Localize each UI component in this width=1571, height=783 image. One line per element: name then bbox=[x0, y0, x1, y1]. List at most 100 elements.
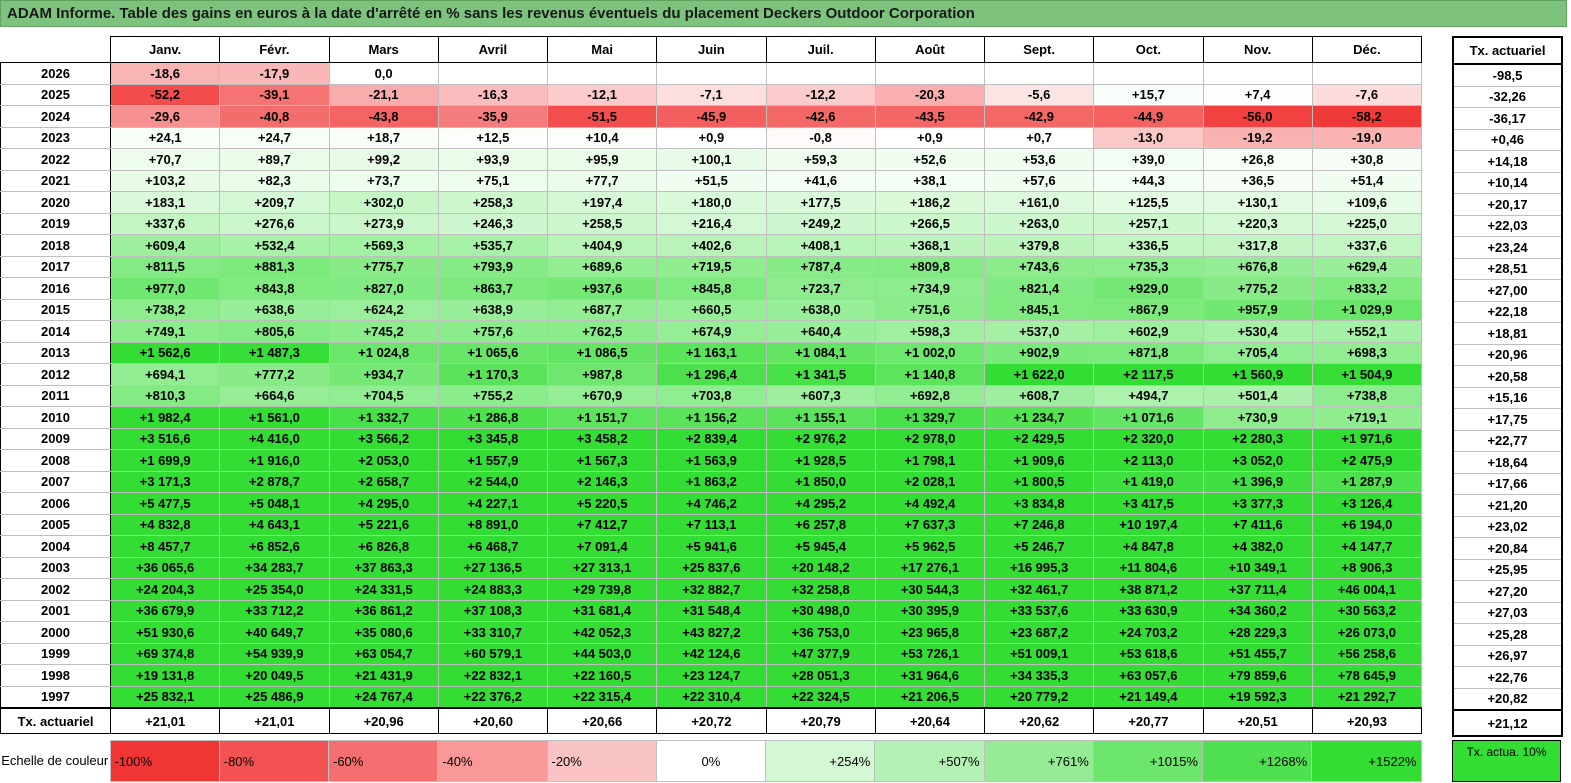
gain-cell: +24,7 bbox=[219, 126, 330, 149]
gain-cell: +39,0 bbox=[1093, 148, 1204, 171]
gain-cell: +3 126,4 bbox=[1311, 492, 1423, 515]
table-row: 2003 +36 065,6 +34 283,7 +37 863,3 +27 136,5… bbox=[0, 556, 1423, 579]
gain-cell: +1 487,3 bbox=[219, 341, 330, 364]
gain-cell: +608,7 bbox=[983, 384, 1095, 407]
gain-cell: +16 995,3 bbox=[983, 556, 1095, 579]
gain-cell: +379,8 bbox=[983, 234, 1095, 257]
gain-cell: +743,6 bbox=[983, 255, 1095, 278]
actuarial-rate-cell: +25,95 bbox=[1452, 558, 1563, 581]
gain-cell: +36,5 bbox=[1202, 169, 1313, 192]
gain-cell: +17 276,1 bbox=[874, 556, 986, 579]
color-scale-swatch: +1522% bbox=[1311, 740, 1422, 782]
gain-cell: +28 051,3 bbox=[765, 664, 876, 687]
report-title: ADAM Informe. Table des gains en euros à… bbox=[0, 0, 1567, 27]
year-label: 2000 bbox=[0, 621, 111, 644]
gain-cell: +2 878,7 bbox=[219, 470, 330, 493]
gain-cell: -52,2 bbox=[109, 83, 221, 106]
gain-cell: +404,9 bbox=[546, 234, 658, 257]
gain-cell: +1 567,3 bbox=[546, 449, 658, 472]
year-label: 2007 bbox=[0, 470, 111, 493]
actuarial-rate-cell: +21,20 bbox=[1452, 494, 1563, 517]
gain-cell: +29 739,8 bbox=[546, 578, 658, 601]
gain-cell: +638,9 bbox=[437, 298, 549, 321]
gain-cell: +777,2 bbox=[219, 363, 330, 386]
gain-cell: +4 382,0 bbox=[1202, 535, 1313, 558]
gain-cell: +762,5 bbox=[546, 320, 658, 343]
gain-cell: +337,6 bbox=[109, 212, 221, 235]
gain-cell: +27 136,5 bbox=[437, 556, 549, 579]
gain-cell: +977,0 bbox=[109, 277, 221, 300]
gain-cell: +20 049,5 bbox=[219, 664, 330, 687]
gain-cell: +863,7 bbox=[437, 277, 549, 300]
gain-cell: +59,3 bbox=[765, 148, 876, 171]
gain-cell: +33 310,7 bbox=[437, 621, 549, 644]
gain-cell: +2 658,7 bbox=[328, 470, 439, 493]
gain-cell: +598,3 bbox=[874, 320, 986, 343]
gain-cell: +1 029,9 bbox=[1311, 298, 1423, 321]
year-label: 2025 bbox=[0, 83, 111, 106]
month-header-10: Nov. bbox=[1202, 36, 1313, 63]
gain-cell: +734,9 bbox=[874, 277, 986, 300]
gain-cell: +670,9 bbox=[546, 384, 658, 407]
gain-cell: -5,6 bbox=[983, 83, 1095, 106]
gain-cell: +3 345,8 bbox=[437, 427, 549, 450]
gain-cell: +3 377,3 bbox=[1202, 492, 1313, 515]
actuarial-rate-cell: +14,18 bbox=[1452, 150, 1563, 173]
gain-cell bbox=[874, 62, 986, 85]
monthly-actuarial-cell: +21,01 bbox=[109, 707, 221, 734]
gain-cell: +530,4 bbox=[1202, 320, 1313, 343]
gain-cell: +22 160,5 bbox=[546, 664, 658, 687]
gain-cell: +44,3 bbox=[1093, 169, 1204, 192]
gain-cell: -18,6 bbox=[109, 62, 221, 85]
gain-cell: +660,5 bbox=[656, 298, 767, 321]
gain-cell: +937,6 bbox=[546, 277, 658, 300]
gain-cell bbox=[983, 62, 1095, 85]
gain-cell: +738,8 bbox=[1311, 384, 1423, 407]
gain-cell: +4 416,0 bbox=[219, 427, 330, 450]
gain-cell: +33 630,9 bbox=[1093, 599, 1204, 622]
gain-cell: +552,1 bbox=[1311, 320, 1423, 343]
monthly-actuarial-cell: +20,66 bbox=[546, 707, 658, 734]
gain-cell bbox=[765, 62, 876, 85]
year-label: 2024 bbox=[0, 105, 111, 128]
gain-cell: +56 258,6 bbox=[1311, 642, 1423, 665]
table-row: 2023 +24,1 +24,7 +18,7 +12,5 +10,4 +0,9 -0,8 +0,… bbox=[0, 126, 1423, 149]
gain-cell: +6 194,0 bbox=[1311, 513, 1423, 536]
gain-cell: +5 477,5 bbox=[109, 492, 221, 515]
gain-cell: +775,7 bbox=[328, 255, 439, 278]
gain-cell: +1 234,7 bbox=[983, 406, 1095, 429]
month-header-8: Sept. bbox=[983, 36, 1095, 63]
gain-cell: +258,3 bbox=[437, 191, 549, 214]
gain-cell: +82,3 bbox=[219, 169, 330, 192]
gain-cell: +30,8 bbox=[1311, 148, 1423, 171]
table-row: 2014 +749,1 +805,6 +745,2 +757,6 +762,5 +674,9… bbox=[0, 320, 1423, 343]
table-row: 2026 -18,6 -17,9 0,0 bbox=[0, 62, 1423, 85]
gain-cell: +2 839,4 bbox=[656, 427, 767, 450]
gain-cell bbox=[1093, 62, 1204, 85]
gain-cell: +687,7 bbox=[546, 298, 658, 321]
gain-cell: +845,8 bbox=[656, 277, 767, 300]
month-header-row: Janv. Févr. Mars Avril Mai Juin Juil. Août Sept.… bbox=[0, 36, 1423, 63]
gain-cell: +755,2 bbox=[437, 384, 549, 407]
gain-cell: +1 971,6 bbox=[1311, 427, 1423, 450]
gain-cell: +1 329,7 bbox=[874, 406, 986, 429]
gain-cell: +4 295,0 bbox=[328, 492, 439, 515]
color-scale-swatch: -20% bbox=[546, 740, 657, 782]
gain-cell: +2 117,5 bbox=[1093, 363, 1204, 386]
gain-cell: +5 945,4 bbox=[765, 535, 876, 558]
gain-cell: 0,0 bbox=[328, 62, 439, 85]
actuarial-rate-cell: +22,18 bbox=[1452, 300, 1563, 323]
gain-cell: +15,7 bbox=[1093, 83, 1204, 106]
gain-cell: -35,9 bbox=[437, 105, 549, 128]
gain-cell: -21,1 bbox=[328, 83, 439, 106]
gain-cell: +8 906,3 bbox=[1311, 556, 1423, 579]
gain-cell: +723,7 bbox=[765, 277, 876, 300]
month-header-5: Juin bbox=[656, 36, 767, 63]
gain-cell: -0,8 bbox=[765, 126, 876, 149]
table-row: 2016 +977,0 +843,8 +827,0 +863,7 +937,6 +845,8… bbox=[0, 277, 1423, 300]
gain-cell: +805,6 bbox=[219, 320, 330, 343]
color-scale-swatch: +761% bbox=[983, 740, 1094, 782]
gain-cell: +4 295,2 bbox=[765, 492, 876, 515]
gain-cell: +1 151,7 bbox=[546, 406, 658, 429]
gain-cell: +41,6 bbox=[765, 169, 876, 192]
